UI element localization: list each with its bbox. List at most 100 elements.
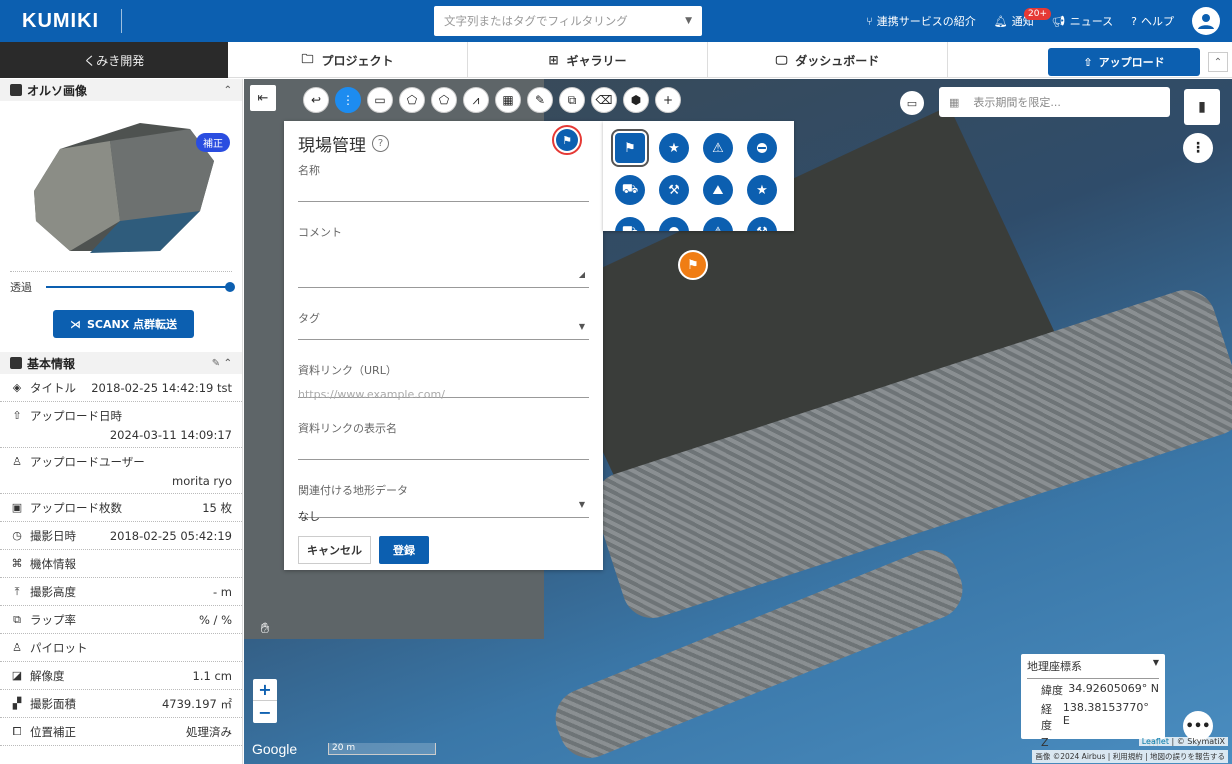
terrain-select[interactable]: 関連付ける地形データ なし ▼ — [298, 482, 589, 523]
register-button[interactable]: 登録 — [379, 536, 429, 564]
info-label: アップロード日時 — [30, 408, 122, 423]
news-link[interactable]: 📢︎ ニュース — [1052, 13, 1113, 29]
opacity-label: 透過 — [10, 281, 32, 294]
vertical-dots-icon[interactable]: ⋮ — [335, 87, 361, 113]
no-entry-worker-icon[interactable]: ⛔︎ — [747, 133, 777, 163]
longitude-row: 経度 138.38153770° E — [1027, 701, 1159, 733]
excavator-icon[interactable]: ⛟ — [615, 175, 645, 205]
flag-icon: ⚑ — [562, 133, 572, 147]
tab-project-label: プロジェクト — [321, 53, 394, 68]
terrain-value: なし — [298, 510, 320, 523]
tab-gallery[interactable]: ⊞ ギャラリー — [468, 42, 708, 78]
basic-info-header[interactable]: 基本情報 ✎ ⌃ — [0, 352, 242, 374]
excavator-icon[interactable]: ⛟ — [615, 217, 645, 231]
info-label: アップロード枚数 — [30, 500, 122, 515]
flag-icon[interactable]: ⚑ — [611, 129, 649, 167]
link-display-name-field[interactable]: 資料リンクの表示名 — [298, 420, 589, 460]
coordinate-system-select[interactable]: 地理座標系 ▼ — [1027, 658, 1159, 679]
warning-icon[interactable]: ⚠ — [703, 217, 733, 231]
info-value: - m — [212, 584, 232, 599]
user-avatar[interactable] — [1192, 7, 1220, 35]
period-filter-input[interactable]: ▦ 表示期間を限定... — [939, 87, 1170, 117]
chevron-down-icon[interactable]: ▼ — [685, 16, 692, 26]
help-link[interactable]: ? ヘルプ — [1131, 13, 1174, 29]
tab-dashboard[interactable]: 🖵︎ ダッシュボード — [708, 42, 948, 78]
line-chart-icon[interactable]: ⩘ — [463, 87, 489, 113]
pilot-icon: ♙ — [12, 641, 22, 654]
help-circle-icon[interactable]: ? — [372, 135, 389, 152]
site-marker-flag[interactable]: ⚑ — [678, 250, 708, 280]
chevron-down-icon: ▼ — [578, 322, 585, 331]
integration-label: 連携サービスの紹介 — [876, 15, 976, 28]
collapse-header-button[interactable]: ⌃ — [1208, 52, 1228, 72]
duplicate-icon[interactable]: ⧉ — [559, 87, 585, 113]
info-value: 処理済み — [186, 724, 232, 739]
eraser-icon[interactable]: ⌫ — [591, 87, 617, 113]
info-label: 機体情報 — [30, 556, 76, 571]
grid-calc-icon[interactable]: ▦ — [495, 87, 521, 113]
pentagon-icon[interactable]: ⬠ — [431, 87, 457, 113]
search-input[interactable]: 文字列またはタグでフィルタリング ▼ — [434, 6, 702, 36]
upload-label: アップロード — [1098, 56, 1165, 69]
worker-icon[interactable]: ⚒ — [747, 217, 777, 231]
star-icon[interactable]: ★ — [747, 175, 777, 205]
tab-gallery-label: ギャラリー — [566, 53, 627, 68]
chevron-down-icon: ▼ — [578, 500, 585, 509]
star-icon[interactable]: ★ — [659, 133, 689, 163]
info-value: 1.1 cm — [192, 668, 232, 683]
leaflet-link[interactable]: Leaflet — [1142, 737, 1169, 746]
folder-icon: 🗀︎ — [301, 51, 314, 66]
cancel-button[interactable]: キャンセル — [298, 536, 371, 564]
marker-icon-selector[interactable]: ⚑ — [556, 129, 578, 151]
chevron-up-icon[interactable]: ⌃ — [224, 85, 232, 96]
map-layers-button[interactable]: ▮ — [1184, 89, 1220, 125]
more-options-button[interactable]: ⋮ — [1183, 133, 1213, 163]
google-attribution[interactable]: 画像 ©2024 Airbus | 利用規約 | 地図の誤りを報告する — [1032, 750, 1228, 763]
info-position-correction: ⧠ 位置補正 処理済み — [0, 718, 242, 746]
polygon-outline-icon[interactable]: ⬠ — [399, 87, 425, 113]
no-entry-worker-icon[interactable]: ⛔︎ — [659, 217, 689, 231]
collapse-sidebar-button[interactable]: ⇤ — [250, 85, 276, 111]
layers-icon: ◈ — [12, 381, 22, 394]
add-icon[interactable]: + — [655, 87, 681, 113]
left-sidebar: オルソ画像 ⌃ 補正 透過 ⋊ SCANX 点群転送 基本情報 ✎ ⌃ ◈ タイトル… — [0, 79, 243, 764]
undo-icon[interactable]: ↩ — [303, 87, 329, 113]
period-placeholder: 表示期間を限定... — [973, 96, 1061, 109]
slider-handle[interactable] — [225, 282, 235, 292]
warning-icon[interactable]: ⚠ — [703, 133, 733, 163]
company-name[interactable]: くみき開発 — [0, 42, 228, 78]
lng-label: 経度 — [1041, 703, 1052, 732]
opacity-slider[interactable] — [46, 282, 235, 292]
edit-icon[interactable]: ✎ ⌃ — [212, 358, 232, 369]
cube-icon[interactable]: ⬢ — [623, 87, 649, 113]
scanx-label: SCANX 点群転送 — [86, 318, 178, 331]
tag-select[interactable]: タグ ▼ — [298, 310, 589, 340]
zoom-control: + − — [253, 679, 277, 723]
display-icon[interactable]: ▭ — [900, 91, 924, 115]
ortho-thumbnail[interactable]: 補正 — [0, 101, 242, 271]
tab-project[interactable]: 🗀︎ プロジェクト — [228, 42, 468, 78]
landslide-icon[interactable]: ⛰︎ — [703, 175, 733, 205]
edit-note-icon[interactable]: ✎ — [527, 87, 553, 113]
form-actions: キャンセル 登録 — [298, 536, 589, 564]
info-altitude: ⤒ 撮影高度 - m — [0, 578, 242, 606]
copy-icon: ⧠ — [12, 724, 22, 738]
zoom-in-button[interactable]: + — [253, 679, 277, 701]
integration-link[interactable]: ⑂ 連携サービスの紹介 — [866, 13, 976, 29]
info-value: 2018-02-25 14:42:19 tst — [91, 380, 232, 395]
name-field[interactable]: 名称 — [298, 162, 589, 202]
ortho-section-header[interactable]: オルソ画像 ⌃ — [0, 79, 242, 101]
pan-hand-icon[interactable]: ✋︎ — [252, 615, 278, 641]
upload-button[interactable]: ⇧ アップロード — [1048, 48, 1200, 76]
url-field[interactable]: 資料リンク（URL） https://www.example.com/ — [298, 362, 589, 401]
info-pilot: ♙ パイロット — [0, 634, 242, 662]
comment-field[interactable]: コメント ◢ — [298, 224, 589, 288]
worker-icon[interactable]: ⚒ — [659, 175, 689, 205]
ruler-icon[interactable]: ▭ — [367, 87, 393, 113]
zoom-out-button[interactable]: − — [253, 701, 277, 723]
name-label: 名称 — [298, 164, 320, 177]
scanx-transfer-button[interactable]: ⋊ SCANX 点群転送 — [53, 310, 194, 338]
app-logo[interactable]: KUMIKI — [22, 10, 99, 33]
info-value: morita ryo — [172, 473, 232, 488]
resize-handle-icon[interactable]: ◢ — [579, 270, 585, 279]
